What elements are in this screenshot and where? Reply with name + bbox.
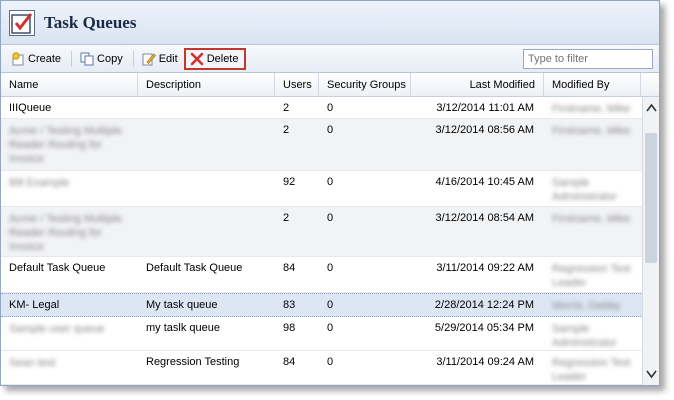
cell-last-modified: 3/12/2014 11:01 AM xyxy=(436,102,534,114)
cell-users: 98 xyxy=(283,322,296,334)
column-header-last-modified[interactable]: Last Modified xyxy=(411,73,544,96)
table-row[interactable]: Default Task Queue Default Task Queue 84… xyxy=(1,257,659,293)
cell-security-groups: 0 xyxy=(327,299,334,311)
create-button[interactable]: Create xyxy=(7,48,65,70)
cell-name: Sean test xyxy=(9,357,56,369)
grid-header: Name Description Users Security Groups L… xyxy=(1,73,659,97)
scroll-up-icon[interactable] xyxy=(646,103,657,113)
cell-users: 2 xyxy=(283,124,290,136)
cell-security-groups: 0 xyxy=(327,322,334,334)
table-row[interactable]: Bill Example 92 0 4/16/2014 10:45 AM Sam… xyxy=(1,171,659,207)
cell-description xyxy=(138,171,275,206)
page-title: Task Queues xyxy=(44,12,137,32)
cell-name: Bill Example xyxy=(9,177,70,189)
copy-label: Copy xyxy=(97,52,123,65)
column-header-modified-by[interactable]: Modified By xyxy=(544,73,641,96)
cell-security-groups: 0 xyxy=(327,124,334,136)
vertical-scrollbar[interactable] xyxy=(642,97,659,385)
cell-description: Default Task Queue xyxy=(146,262,243,274)
cell-description: My task queue xyxy=(146,299,218,311)
cell-modified-by: Firstname, Mike xyxy=(552,125,631,137)
cell-users: 84 xyxy=(283,262,296,274)
table-row[interactable]: Acme / Testing Multiple Reader Routing f… xyxy=(1,119,659,171)
cell-last-modified: 3/11/2014 09:22 AM xyxy=(436,262,534,274)
cell-modified-by: Regression Test Leader xyxy=(552,357,631,383)
cell-name: Default Task Queue xyxy=(9,262,106,274)
cell-modified-by: Firstname, Mike xyxy=(552,213,631,225)
cell-last-modified: 3/12/2014 08:54 AM xyxy=(435,212,534,224)
create-label: Create xyxy=(28,52,62,65)
title-bar: Task Queues xyxy=(1,1,659,45)
cell-description: Regression Testing xyxy=(146,356,240,368)
copy-icon xyxy=(80,52,94,65)
toolbar-divider xyxy=(71,50,73,67)
cell-name: Acme / Testing Multiple Reader Routing f… xyxy=(9,125,122,165)
column-header-security-groups[interactable]: Security Groups xyxy=(319,73,411,96)
table-row[interactable]: Sample user queue my taslk queue 98 0 5/… xyxy=(1,317,659,351)
table-row[interactable]: Sean test Regression Testing 84 0 3/11/2… xyxy=(1,351,659,385)
cell-last-modified: 2/28/2014 12:24 PM xyxy=(434,299,534,311)
delete-button[interactable]: Delete xyxy=(183,47,247,70)
cell-security-groups: 0 xyxy=(327,262,334,274)
cell-security-groups: 0 xyxy=(327,212,334,224)
edit-icon xyxy=(142,53,156,65)
cell-name: KM- Legal xyxy=(9,299,60,311)
cell-modified-by: Firstname, Mike xyxy=(552,103,631,115)
cell-name: Sample user queue xyxy=(9,323,105,335)
column-header-description[interactable]: Description xyxy=(138,73,275,96)
scrollbar-thumb[interactable] xyxy=(645,133,657,263)
task-checklist-icon xyxy=(9,9,35,36)
cell-modified-by: Morris, Debby xyxy=(552,300,621,312)
cell-name: IIIQueue xyxy=(9,102,52,114)
scroll-down-icon[interactable] xyxy=(646,369,657,379)
cell-description: my taslk queue xyxy=(146,322,220,334)
task-queue-grid: IIIQueue 2 0 3/12/2014 11:01 AM Firstnam… xyxy=(1,97,659,385)
cell-last-modified: 3/12/2014 08:56 AM xyxy=(435,124,534,136)
toolbar: Create Copy Edit Delete xyxy=(1,45,659,73)
cell-users: 84 xyxy=(283,356,296,368)
delete-label: Delete xyxy=(206,52,239,65)
table-row[interactable]: KM- Legal My task queue 83 0 2/28/2014 1… xyxy=(1,293,659,317)
delete-x-icon xyxy=(190,52,203,65)
cell-users: 2 xyxy=(283,212,290,224)
cell-last-modified: 4/16/2014 10:45 AM xyxy=(435,176,534,188)
cell-last-modified: 5/29/2014 05:34 PM xyxy=(434,322,534,334)
column-header-name[interactable]: Name xyxy=(1,73,138,96)
cell-last-modified: 3/11/2014 09:24 AM xyxy=(436,356,534,368)
cell-description xyxy=(138,97,275,118)
task-queues-window: Task Queues Create Copy Edit Delete Type… xyxy=(0,0,660,386)
filter-input[interactable] xyxy=(523,49,653,69)
table-row[interactable]: IIIQueue 2 0 3/12/2014 11:01 AM Firstnam… xyxy=(1,97,659,119)
cell-name: Acme / Testing Multiple Reader Routing f… xyxy=(9,213,122,253)
cell-description xyxy=(138,207,275,256)
table-row[interactable]: Acme / Testing Multiple Reader Routing f… xyxy=(1,207,659,257)
cell-description xyxy=(138,119,275,170)
toolbar-divider xyxy=(132,50,134,67)
column-header-users[interactable]: Users xyxy=(275,73,319,96)
copy-button[interactable]: Copy xyxy=(76,48,127,70)
cell-security-groups: 0 xyxy=(327,176,334,188)
cell-users: 92 xyxy=(283,176,296,188)
cell-modified-by: Sample Administrator xyxy=(552,177,617,203)
create-icon xyxy=(12,51,24,65)
cell-security-groups: 0 xyxy=(327,356,334,368)
cell-users: 2 xyxy=(283,102,290,114)
cell-security-groups: 0 xyxy=(327,102,334,114)
cell-users: 83 xyxy=(283,299,296,311)
edit-label: Edit xyxy=(158,52,178,65)
cell-modified-by: Sample Administrator xyxy=(552,323,617,349)
edit-button[interactable]: Edit xyxy=(138,48,182,70)
cell-modified-by: Regression Test Leader xyxy=(552,263,631,289)
